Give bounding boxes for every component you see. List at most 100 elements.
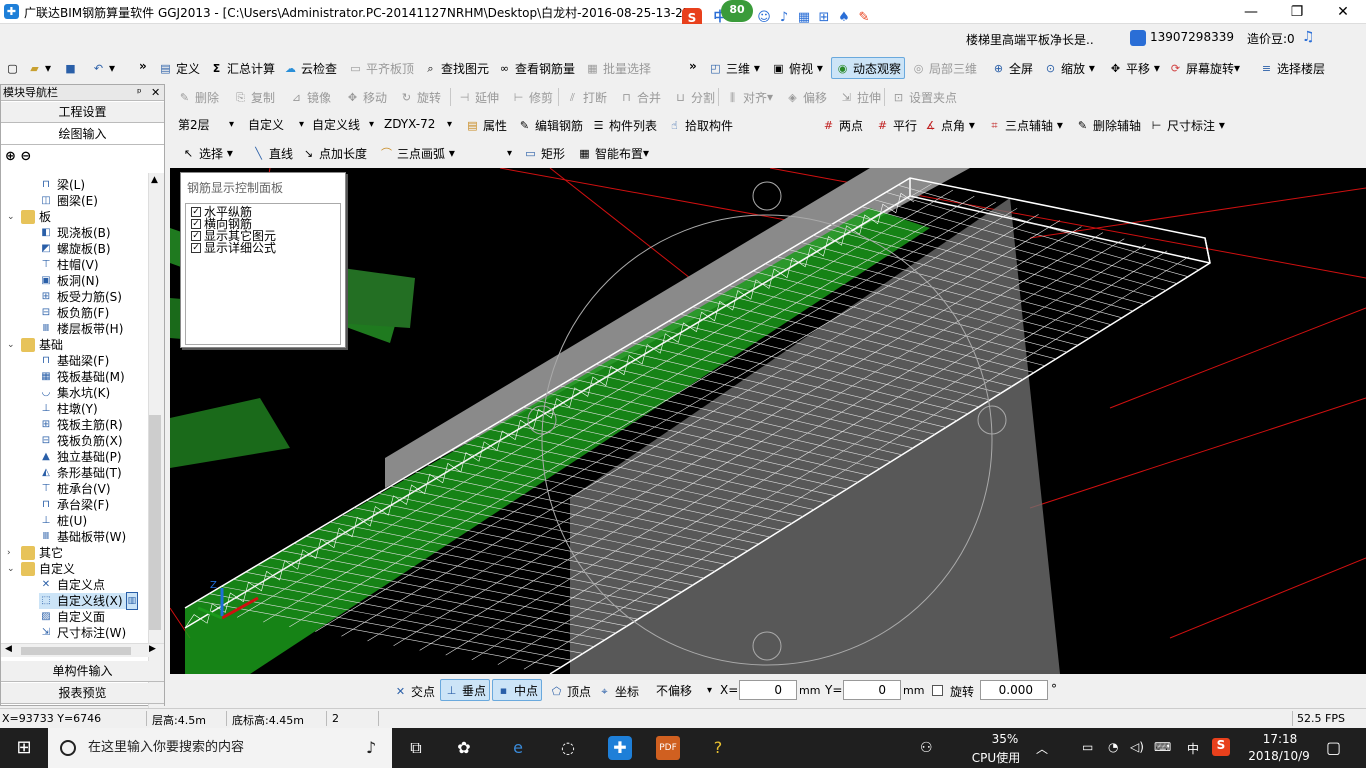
tree-item[interactable]: ▨ 自定义面: [39, 609, 105, 625]
set-grip-button[interactable]: ⊡ 设置夹点: [888, 86, 960, 108]
smart-place-button[interactable]: ▦ 智能布置 ▾: [574, 142, 652, 164]
notice-link[interactable]: 楼梯里高端平板净长是..: [966, 31, 1094, 48]
delete-axis-button[interactable]: ✎ 删除辅轴: [1072, 114, 1144, 136]
parallel-button[interactable]: # 平行: [872, 114, 920, 136]
break-button[interactable]: ⫽ 打断: [562, 86, 610, 108]
tree-expand-icon[interactable]: ⌄: [7, 337, 17, 353]
battery-icon[interactable]: ▭: [1082, 740, 1093, 754]
rotate-input[interactable]: 0.000: [980, 680, 1048, 700]
pick-button[interactable]: ☝ 拾取构件: [664, 114, 736, 136]
scroll-up-icon[interactable]: ▲: [151, 175, 158, 185]
tree-item[interactable]: ▣ 板洞(N): [39, 273, 99, 289]
tree-expand-icon[interactable]: ⌄: [7, 561, 17, 577]
tree-expand-icon[interactable]: ›: [7, 545, 17, 561]
tree-item[interactable]: ⊤ 桩承台(V): [39, 481, 111, 497]
local-3d-button[interactable]: ◎ 局部三维: [908, 57, 980, 79]
tree-item[interactable]: ⇲ 尺寸标注(W): [39, 625, 126, 641]
offset-button[interactable]: ◈ 偏移: [782, 86, 830, 108]
user-phone[interactable]: 13907298339: [1150, 30, 1234, 44]
clock-date[interactable]: 2018/10/9: [1244, 749, 1314, 763]
rect-button[interactable]: ▭ 矩形: [520, 142, 568, 164]
snap-vertex-button[interactable]: ⬠ 顶点: [546, 680, 594, 702]
copy-button[interactable]: ⎘ 复制: [230, 86, 278, 108]
tree-item[interactable]: ⊥ 柱墩(Y): [39, 401, 98, 417]
line-button[interactable]: ╲ 直线: [248, 142, 296, 164]
windows-start-icon[interactable]: ⊞: [12, 736, 36, 760]
tab-project-settings[interactable]: 工程设置: [1, 102, 164, 123]
expand-collapse-icons[interactable]: ⊕ ⊖: [5, 149, 45, 167]
open-button[interactable]: ▰ ▾: [24, 57, 54, 79]
tree-item[interactable]: ▲ 独立基础(P): [39, 449, 121, 465]
tree-item[interactable]: ▦ 筏板基础(M): [39, 369, 124, 385]
hscroll-thumb[interactable]: [21, 647, 131, 655]
snap-intersect-button[interactable]: ✕ 交点: [390, 680, 438, 702]
scroll-thumb[interactable]: [149, 415, 161, 630]
find-button[interactable]: ⌕ 查找图元: [420, 57, 492, 79]
snap-midpoint-button[interactable]: ▪ 中点: [492, 679, 543, 701]
arc-options-select[interactable]: [460, 143, 516, 163]
tree-item[interactable]: ⊟ 板负筋(F): [39, 305, 109, 321]
point-angle-button[interactable]: ∡ 点角 ▾: [920, 114, 978, 136]
taskbar-search[interactable]: 在这里输入你要搜索的内容: [48, 728, 392, 768]
pdf-app-icon[interactable]: PDF: [656, 736, 680, 760]
delete-button[interactable]: ✎ 删除: [174, 86, 222, 108]
cloud-check-button[interactable]: ☁ 云检查: [280, 57, 340, 79]
microphone-search-icon[interactable]: ♪: [366, 738, 376, 757]
tree-item[interactable]: Ⅲ 楼层板带(H): [39, 321, 124, 337]
properties-button[interactable]: ▤ 属性: [462, 114, 510, 136]
tree-item[interactable]: ⊞ 筏板主筋(R): [39, 417, 123, 433]
sum-button[interactable]: Σ 汇总计算: [206, 57, 278, 79]
browser-app-icon[interactable]: ◌: [556, 736, 580, 760]
view-rebar-button[interactable]: ∞ 查看钢筋量: [494, 57, 578, 79]
tab-report-preview[interactable]: 报表预览: [1, 683, 164, 704]
top-view-button[interactable]: ▣ 俯视 ▾: [768, 57, 826, 79]
dynamic-view-button[interactable]: ◉ 动态观察: [831, 57, 906, 79]
toolbar-overflow-2[interactable]: »: [686, 55, 700, 77]
tree-item-extra-icon[interactable]: ▥: [125, 592, 139, 610]
select-floor-button[interactable]: ≡ 选择楼层: [1256, 57, 1328, 79]
tree-item[interactable]: ⊓ 承台梁(F): [39, 497, 109, 513]
undo-button[interactable]: ↶ ▾: [88, 57, 118, 79]
chk-show-formula[interactable]: ✓ 显示详细公式: [191, 242, 276, 254]
three-point-axis-button[interactable]: ⌗ 三点辅轴 ▾: [984, 114, 1066, 136]
move-button[interactable]: ✥ 移动: [342, 86, 390, 108]
3d-viewport[interactable]: Z: [170, 168, 1366, 674]
task-view-icon[interactable]: ⧉: [404, 736, 428, 760]
mirror-button[interactable]: ⊿ 镜像: [286, 86, 334, 108]
3d-scene[interactable]: Z: [170, 168, 1366, 674]
type-select[interactable]: 自定义线: [308, 114, 378, 134]
align-button[interactable]: ⫼ 对齐 ▾: [722, 86, 776, 108]
keyboard-tray-icon[interactable]: ⌨: [1154, 740, 1171, 754]
rotate-button[interactable]: ↻ 旋转: [396, 86, 444, 108]
tree-item[interactable]: ◫ 圈梁(E): [39, 193, 98, 209]
glodon-app-icon[interactable]: ✚: [608, 736, 632, 760]
batch-select-button[interactable]: ▦ 批量选择: [582, 57, 654, 79]
tree-item[interactable]: ◭ 条形基础(T): [39, 465, 122, 481]
notification-icon[interactable]: ▢: [1326, 738, 1341, 757]
tree-item[interactable]: ◧ 现浇板(B): [39, 225, 110, 241]
tree-item[interactable]: ◡ 集水坑(K): [39, 385, 111, 401]
tab-draw-input[interactable]: 绘图输入: [1, 124, 164, 145]
tree-item[interactable]: › 其它: [7, 545, 63, 561]
pin-icon[interactable]: ᵖ: [137, 85, 142, 101]
people-icon[interactable]: ⚇: [920, 740, 933, 756]
tree-item[interactable]: ⌄ 基础: [7, 337, 63, 353]
snap-coord-button[interactable]: ⌖ 坐标: [594, 680, 642, 702]
pan-button[interactable]: ✥ 平移 ▾: [1105, 57, 1163, 79]
toolbar-overflow[interactable]: »: [136, 55, 150, 77]
scroll-left-icon[interactable]: ◀: [5, 644, 12, 654]
three-point-arc-button[interactable]: ⌒ 三点画弧 ▾: [376, 142, 458, 164]
tree-item[interactable]: ⊓ 基础梁(F): [39, 353, 109, 369]
tree-item[interactable]: ⊓ 梁(L): [39, 177, 85, 193]
x-input[interactable]: 0: [739, 680, 797, 700]
three-d-button[interactable]: ◰ 三维 ▾: [705, 57, 763, 79]
tree-item[interactable]: ⊥ 桩(U): [39, 513, 88, 529]
tree-item[interactable]: ⌄ 自定义: [7, 561, 75, 577]
tray-expand-icon[interactable]: ︿: [1036, 740, 1048, 757]
network-icon[interactable]: ◔: [1108, 740, 1118, 754]
snap-perpendicular-button[interactable]: ⊥ 垂点: [440, 679, 491, 701]
offset-mode-select[interactable]: 不偏移: [652, 680, 716, 700]
rotate-screen-button[interactable]: ⟳ 屏幕旋转 ▾: [1165, 57, 1243, 79]
component-select[interactable]: ZDYX-72: [380, 114, 456, 134]
edge-icon[interactable]: e: [506, 736, 530, 760]
